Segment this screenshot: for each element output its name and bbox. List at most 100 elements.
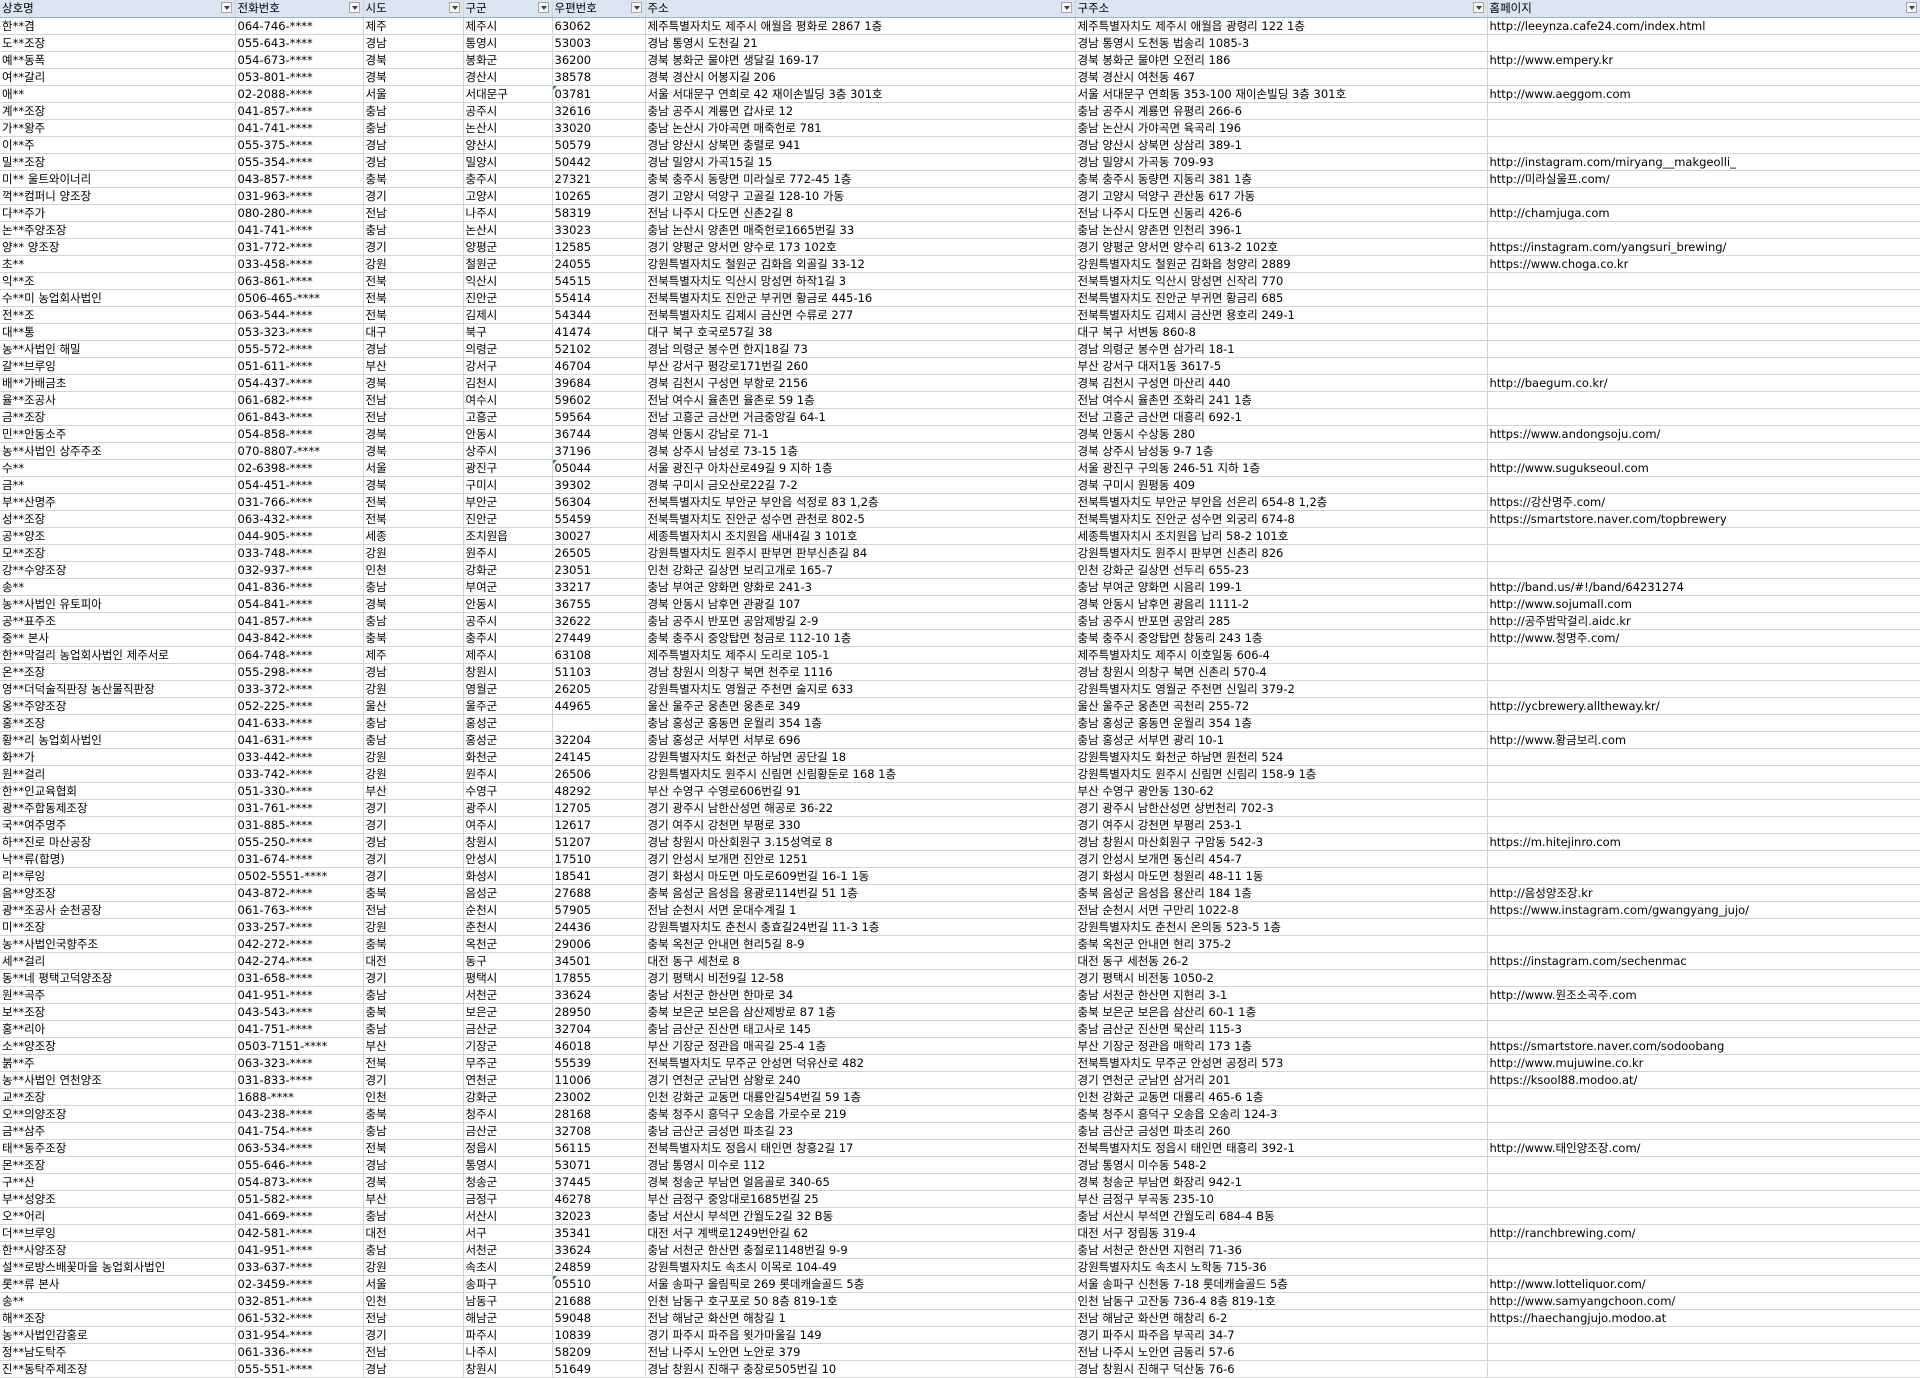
table-cell[interactable]: 원주시 — [463, 544, 553, 562]
table-cell[interactable]: 042-274-**** — [235, 952, 364, 970]
table-cell[interactable]: 양평군 — [463, 238, 553, 256]
table-cell[interactable]: 경기 — [363, 799, 464, 817]
table-cell[interactable]: 청송군 — [463, 1173, 553, 1191]
table-cell[interactable]: 강원특별자치도 속초시 노학동 715-36 — [1075, 1258, 1488, 1276]
table-cell[interactable]: 충북 — [363, 629, 464, 647]
table-cell[interactable]: 경남 창원시 진해구 덕산동 76-6 — [1075, 1360, 1488, 1378]
table-cell[interactable]: http://www.황금보리.com — [1487, 731, 1920, 749]
table-cell[interactable]: 064-748-**** — [235, 646, 364, 664]
table-cell[interactable]: 전남 여수시 율촌면 조화리 241 1층 — [1075, 391, 1488, 409]
table-cell[interactable]: 안성시 — [463, 850, 553, 868]
table-cell[interactable]: 계**조장 — [0, 102, 236, 120]
table-cell[interactable]: 031-761-**** — [235, 799, 364, 817]
table-cell[interactable]: 홍성군 — [463, 714, 553, 732]
table-cell[interactable]: 북구 — [463, 323, 553, 341]
table-cell[interactable]: 11006 — [552, 1071, 646, 1089]
table-cell[interactable]: 충남 — [363, 1241, 464, 1259]
table-cell[interactable]: http://baegum.co.kr/ — [1487, 374, 1920, 392]
table-cell[interactable]: 부산 기장군 정관읍 매곡길 25-4 1층 — [645, 1037, 1076, 1055]
table-cell[interactable]: 38578 — [552, 68, 646, 86]
table-cell[interactable]: 24436 — [552, 918, 646, 936]
table-cell[interactable]: 대전 서구 정림동 319-4 — [1075, 1224, 1488, 1242]
table-cell[interactable]: 033-637-**** — [235, 1258, 364, 1276]
table-cell[interactable]: 28950 — [552, 1003, 646, 1021]
filter-dropdown-icon[interactable] — [1905, 2, 1917, 13]
table-cell[interactable]: 전북특별자치도 진안군 부귀면 황금로 445-16 — [645, 289, 1076, 307]
table-cell[interactable]: http://공주밤막걸리.aidc.kr — [1487, 612, 1920, 630]
table-cell[interactable]: 경기 고양시 덕양구 관산동 617 가동 — [1075, 187, 1488, 205]
table-cell[interactable]: 043-543-**** — [235, 1003, 364, 1021]
table-cell[interactable]: 서울 송파구 신천동 7-18 롯데캐슬골드 5층 — [1075, 1275, 1488, 1293]
table-cell[interactable]: 리**루잉 — [0, 867, 236, 885]
table-cell[interactable]: 서천군 — [463, 986, 553, 1004]
table-cell[interactable] — [1487, 391, 1920, 409]
table-cell[interactable]: 경북 안동시 남후면 광음리 1111-2 — [1075, 595, 1488, 613]
table-cell[interactable]: 전북특별자치도 김제시 금산면 용호리 249-1 — [1075, 306, 1488, 324]
table-cell[interactable]: 오**어리 — [0, 1207, 236, 1225]
table-cell[interactable]: 063-861-**** — [235, 272, 364, 290]
table-cell[interactable]: 꺽**컴퍼니 양조장 — [0, 187, 236, 205]
table-cell[interactable]: 붉**주 — [0, 1054, 236, 1072]
table-cell[interactable]: 인천 강화군 길상면 보리고개로 165-7 — [645, 561, 1076, 579]
table-cell[interactable]: 46018 — [552, 1037, 646, 1055]
table-cell[interactable]: 경기 화성시 마도면 마도로609번길 16-1 1동 — [645, 867, 1076, 885]
table-cell[interactable]: 경기 양평군 양서면 양수로 173 102호 — [645, 238, 1076, 256]
table-cell[interactable]: 서울 — [363, 459, 464, 477]
table-cell[interactable]: 충북 청주시 흥덕구 오송읍 가로수로 219 — [645, 1105, 1076, 1123]
table-cell[interactable]: 전북특별자치도 익산시 망성면 하작1길 3 — [645, 272, 1076, 290]
table-cell[interactable]: 경기 광주시 남한산성면 상번천리 702-3 — [1075, 799, 1488, 817]
table-cell[interactable]: 강서구 — [463, 357, 553, 375]
table-cell[interactable]: 경기 연천군 군남면 삼거리 201 — [1075, 1071, 1488, 1089]
table-cell[interactable]: 낙**류(합명) — [0, 850, 236, 868]
table-cell[interactable]: 경북 구미시 금오산로22길 7-2 — [645, 476, 1076, 494]
table-cell[interactable]: 55539 — [552, 1054, 646, 1072]
table-cell[interactable]: 오**의양조장 — [0, 1105, 236, 1123]
table-cell[interactable]: 경기 평택시 비전동 1050-2 — [1075, 969, 1488, 987]
table-cell[interactable]: https://instagram.com/yangsuri_brewing/ — [1487, 238, 1920, 256]
table-cell[interactable]: http://미라실울프.com/ — [1487, 170, 1920, 188]
table-cell[interactable]: 경북 구미시 원평동 409 — [1075, 476, 1488, 494]
table-cell[interactable]: 경북 안동시 남후면 관광길 107 — [645, 595, 1076, 613]
table-cell[interactable]: 충북 충주시 동량면 지동리 381 1층 — [1075, 170, 1488, 188]
table-cell[interactable]: 39302 — [552, 476, 646, 494]
table-cell[interactable]: 055-572-**** — [235, 340, 364, 358]
table-cell[interactable] — [1487, 1343, 1920, 1361]
table-cell[interactable]: http://www.sugukseoul.com — [1487, 459, 1920, 477]
table-cell[interactable] — [1487, 782, 1920, 800]
table-cell[interactable]: 충남 공주시 반포면 공암리 285 — [1075, 612, 1488, 630]
table-cell[interactable]: 제주특별자치도 제주시 애월읍 평화로 2867 1층 — [645, 17, 1076, 35]
table-cell[interactable]: 충남 — [363, 612, 464, 630]
table-cell[interactable]: 충남 논산시 양촌면 인천리 396-1 — [1075, 221, 1488, 239]
table-cell[interactable]: 강원특별자치도 철원군 김화읍 외골길 33-12 — [645, 255, 1076, 273]
table-cell[interactable]: 충남 홍성군 서부면 광리 10-1 — [1075, 731, 1488, 749]
table-cell[interactable]: 24859 — [552, 1258, 646, 1276]
table-cell[interactable]: 경남 양산시 상북면 상삼리 389-1 — [1075, 136, 1488, 154]
table-cell[interactable]: 전남 순천시 서면 구만리 1022-8 — [1075, 901, 1488, 919]
table-cell[interactable]: 054-841-**** — [235, 595, 364, 613]
table-cell[interactable] — [1487, 289, 1920, 307]
table-cell[interactable] — [1487, 867, 1920, 885]
table-cell[interactable]: 경북 안동시 수상동 280 — [1075, 425, 1488, 443]
table-cell[interactable]: 10839 — [552, 1326, 646, 1344]
table-cell[interactable]: 05510 — [552, 1275, 646, 1293]
table-cell[interactable]: 홍**조장 — [0, 714, 236, 732]
table-cell[interactable]: 충남 서산시 부석면 간월도2길 32 B동 — [645, 1207, 1076, 1225]
table-cell[interactable]: 인천 남동구 호구포로 50 8층 819-1호 — [645, 1292, 1076, 1310]
table-cell[interactable]: 강화군 — [463, 561, 553, 579]
table-cell[interactable]: 제주특별자치도 제주시 도리로 105-1 — [645, 646, 1076, 664]
table-cell[interactable]: 50442 — [552, 153, 646, 171]
table-cell[interactable]: 기장군 — [463, 1037, 553, 1055]
table-cell[interactable]: 상주시 — [463, 442, 553, 460]
table-cell[interactable]: 인천 — [363, 561, 464, 579]
table-cell[interactable]: 대구 북구 서변동 860-8 — [1075, 323, 1488, 341]
table-cell[interactable]: 경북 — [363, 374, 464, 392]
table-cell[interactable]: 35341 — [552, 1224, 646, 1242]
table-cell[interactable]: 031-885-**** — [235, 816, 364, 834]
table-cell[interactable] — [1487, 935, 1920, 953]
table-cell[interactable]: https://ksool88.modoo.at/ — [1487, 1071, 1920, 1089]
table-cell[interactable]: 대전 동구 세천동 26-2 — [1075, 952, 1488, 970]
table-cell[interactable]: 익**조 — [0, 272, 236, 290]
table-cell[interactable]: 061-843-**** — [235, 408, 364, 426]
table-cell[interactable]: 충남 부여군 양화면 시음리 199-1 — [1075, 578, 1488, 596]
table-cell[interactable]: 대**통 — [0, 323, 236, 341]
